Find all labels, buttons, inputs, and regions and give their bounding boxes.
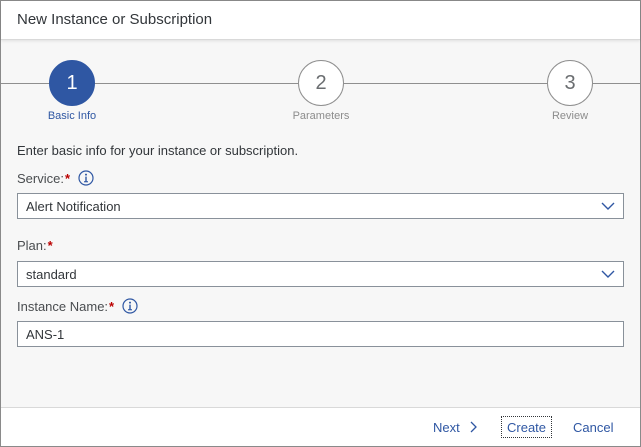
- instance-name-label-text: Instance Name:: [17, 298, 109, 314]
- plan-label-text: Plan:: [17, 238, 47, 253]
- wizard-step-basic-info[interactable]: 1 Basic Info: [12, 40, 132, 130]
- service-label: Service: *: [17, 170, 94, 186]
- step-label: Review: [551, 110, 589, 122]
- form-content: Enter basic info for your instance or su…: [17, 143, 624, 347]
- plan-select[interactable]: standard: [17, 261, 624, 287]
- info-icon[interactable]: [122, 298, 138, 314]
- create-button-label: Create: [507, 419, 547, 435]
- next-button[interactable]: Next: [433, 417, 477, 437]
- instance-name-value: ANS-1: [26, 326, 65, 342]
- step-number: 2: [298, 60, 344, 106]
- plan-value: standard: [26, 266, 77, 282]
- wizard-progress: 1 Basic Info 2 Parameters 3 Review: [1, 40, 640, 130]
- chevron-down-icon[interactable]: [593, 194, 623, 218]
- chevron-right-icon: [470, 421, 477, 433]
- step-number: 1: [49, 60, 95, 106]
- intro-text: Enter basic info for your instance or su…: [17, 143, 299, 158]
- step-label: Basic Info: [47, 110, 97, 122]
- required-marker: *: [64, 170, 71, 186]
- next-button-label: Next: [433, 419, 460, 435]
- step-number: 3: [547, 60, 593, 106]
- cancel-button-label: Cancel: [573, 419, 614, 435]
- dialog-header: New Instance or Subscription: [1, 1, 640, 40]
- service-value: Alert Notification: [26, 198, 121, 214]
- create-button[interactable]: Create: [501, 416, 553, 438]
- dialog-footer: Next Create Cancel: [1, 407, 640, 446]
- required-marker: *: [47, 238, 53, 253]
- instance-name-label: Instance Name: *: [17, 298, 138, 314]
- step-label: Parameters: [292, 110, 350, 122]
- wizard-step-review[interactable]: 3 Review: [510, 40, 630, 130]
- required-marker: *: [109, 298, 115, 314]
- dialog-title: New Instance or Subscription: [17, 11, 213, 28]
- service-select[interactable]: Alert Notification: [17, 193, 624, 219]
- plan-label: Plan: *: [17, 238, 53, 253]
- chevron-down-icon[interactable]: [593, 262, 623, 286]
- service-label-text: Service:: [17, 170, 64, 186]
- info-icon[interactable]: [78, 170, 94, 186]
- instance-name-input[interactable]: ANS-1: [17, 321, 624, 347]
- new-instance-dialog: New Instance or Subscription 1 Basic Inf…: [0, 0, 641, 447]
- cancel-button[interactable]: Cancel: [573, 417, 613, 437]
- wizard-step-parameters[interactable]: 2 Parameters: [261, 40, 381, 130]
